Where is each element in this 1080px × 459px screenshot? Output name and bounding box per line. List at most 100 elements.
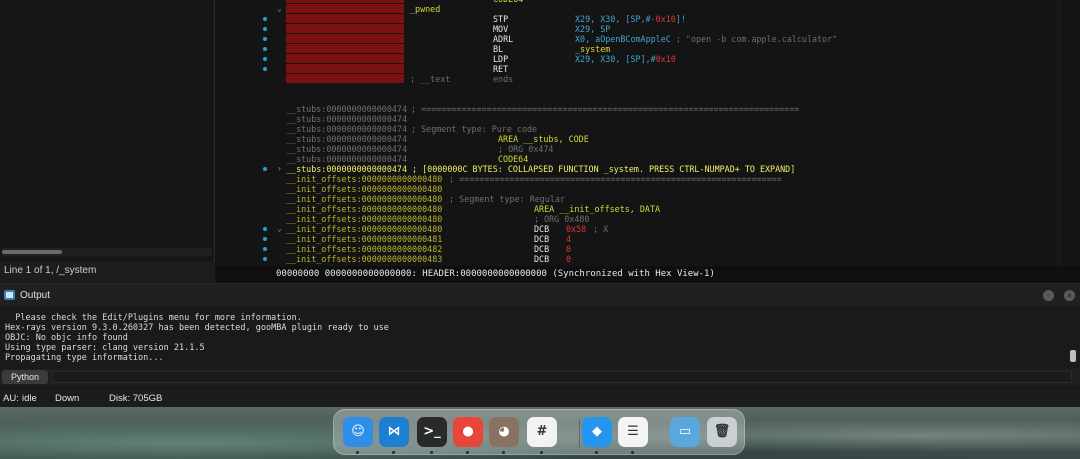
- asm-line: __init_offsets:0000000000000481 DCB 4: [216, 234, 1076, 244]
- dock-chrome-icon[interactable]: ●: [453, 417, 483, 447]
- dock-trash-icon[interactable]: 🗑: [707, 417, 737, 447]
- breakpoint-dot: [263, 57, 267, 61]
- au-state: idle: [22, 393, 37, 404]
- line-address: __init_offsets:0000000000000480: [286, 224, 443, 234]
- asm-line: __stubs:0000000000000474 ; ORG 0x474: [216, 144, 1076, 154]
- output-log-line: Using type parser: clang version 21.1.5: [5, 343, 205, 353]
- running-indicator: [631, 451, 634, 454]
- dock-portrait-app-icon[interactable]: ◕: [489, 417, 519, 447]
- breakpoint-dot: [263, 47, 267, 51]
- operands: _system: [575, 44, 611, 54]
- output-panel: Output ◦ × Please check the Edit/Plugins…: [0, 283, 1080, 393]
- dock-vscode-icon[interactable]: ⋈: [379, 417, 409, 447]
- redacted-address: [286, 64, 404, 73]
- directive: AREA __stubs, CODE: [498, 134, 589, 144]
- running-indicator: [430, 451, 433, 454]
- python-language-button[interactable]: Python: [2, 370, 48, 384]
- redacted-address: [286, 34, 404, 43]
- float-icon[interactable]: ◦: [1043, 290, 1054, 301]
- dock-finder-icon[interactable]: ☺: [343, 417, 373, 447]
- scrollbar-thumb[interactable]: [2, 250, 62, 254]
- line-comment: ; ======================================…: [406, 104, 800, 114]
- ida-status-bar: AU: idle Down Disk: 705GB: [0, 391, 1080, 407]
- mnemonic: STP: [493, 14, 509, 24]
- asm-line: ; __text ends: [216, 74, 1076, 84]
- asm-line: __init_offsets:0000000000000480 ; ======…: [216, 174, 1076, 184]
- output-window-icon: [4, 290, 15, 300]
- output-log-line: Propagating type information...: [5, 353, 164, 363]
- breakpoint-dot: [263, 237, 267, 241]
- line-address: __init_offsets:0000000000000483: [286, 254, 443, 264]
- functions-horizontal-scrollbar[interactable]: [2, 248, 212, 256]
- asm-line: LDP X29, X30, [SP],#0x10: [216, 54, 1076, 64]
- directive: AREA __init_offsets, DATA: [534, 204, 661, 214]
- line-address: __init_offsets:0000000000000481: [286, 234, 443, 244]
- dock-slack-icon[interactable]: #: [527, 417, 557, 447]
- disassembly-vertical-scrollbar[interactable]: [1056, 0, 1062, 266]
- running-indicator: [466, 451, 469, 454]
- close-icon[interactable]: ×: [1064, 290, 1075, 301]
- asm-line: __init_offsets:0000000000000480 ; ORG 0x4…: [216, 214, 1076, 224]
- asm-line: __stubs:0000000000000474: [216, 114, 1076, 124]
- line-address: __init_offsets:0000000000000480: [286, 194, 443, 204]
- function-label: _pwned: [410, 4, 441, 14]
- directive: ; ORG 0x474: [498, 144, 554, 154]
- asm-line: BL _system: [216, 44, 1076, 54]
- mnemonic: BL: [493, 44, 504, 54]
- asm-line: RET: [216, 64, 1076, 74]
- dock-folder-icon[interactable]: ▭: [670, 417, 700, 447]
- dock-terminal-icon[interactable]: >_: [417, 417, 447, 447]
- functions-pane[interactable]: [0, 0, 215, 262]
- asm-line: __stubs:0000000000000474 CODE64: [216, 154, 1076, 164]
- breakpoint-dot: [263, 67, 267, 71]
- breakpoint-dot: [263, 37, 267, 41]
- mnemonic: RET: [493, 64, 509, 74]
- disk-space: Disk: 705GB: [109, 393, 163, 404]
- redacted-address: [286, 4, 404, 13]
- asm-line: ⌄ __init_offsets:0000000000000480 DCB 0x58 …: [216, 224, 1076, 234]
- output-log-line: Please check the Edit/Plugins menu for m…: [5, 313, 302, 323]
- asm-line: _pwned ⌄: [216, 4, 1076, 14]
- mnemonic: MOV: [493, 24, 509, 34]
- mnemonic: ends: [493, 74, 514, 84]
- segment-comment: ; __text: [410, 74, 451, 84]
- directive: ; ORG 0x480: [534, 214, 590, 224]
- output-title: Output: [20, 290, 51, 301]
- line-comment: ; ======================================…: [444, 174, 782, 184]
- line-comment: ; Segment type: Pure code: [406, 124, 538, 134]
- breakpoint-dot: [263, 247, 267, 251]
- dcb-value: 0: [566, 244, 572, 254]
- mnemonic: DCB: [534, 224, 550, 234]
- running-indicator: [356, 451, 359, 454]
- operands: X29, X30, [SP],#0x10: [575, 54, 676, 64]
- output-header: Output ◦ ×: [0, 284, 1080, 306]
- dcb-value: 4: [566, 234, 572, 244]
- output-log-line: OBJC: No objc info found: [5, 333, 128, 343]
- breakpoint-dot: [263, 227, 267, 231]
- mnemonic: DCB: [534, 234, 550, 244]
- dock-separator: [579, 419, 580, 447]
- running-indicator: [392, 451, 395, 454]
- command-row: Python: [0, 369, 1080, 385]
- line-address: __stubs:0000000000000474: [286, 104, 408, 114]
- running-indicator: [595, 451, 598, 454]
- sync-status-bar: 00000000 0000000000000000: HEADER:000000…: [216, 266, 1080, 282]
- line-address: __stubs:0000000000000474: [286, 124, 408, 134]
- breakpoint-dot: [263, 257, 267, 261]
- asm-line: ADRL X0, aOpenBComAppleC ; "open -b com.a…: [216, 34, 1076, 44]
- output-scrollbar-thumb[interactable]: [1070, 350, 1076, 362]
- dock-reminders-icon[interactable]: ☰: [618, 417, 648, 447]
- line-address: __init_offsets:0000000000000482: [286, 244, 443, 254]
- mnemonic: LDP: [493, 54, 509, 64]
- running-indicator: [540, 451, 543, 454]
- redacted-address: [286, 74, 404, 83]
- collapse-chevron-icon: ⌄: [277, 224, 282, 233]
- dock-docker-icon[interactable]: ◆: [582, 417, 612, 447]
- redacted-address: [286, 24, 404, 33]
- command-input[interactable]: [52, 371, 1072, 383]
- disassembly-view[interactable]: CODE64_pwned⌄STPX29, X30, [SP,#-0x10]!MO…: [216, 0, 1080, 282]
- mnemonic: ADRL: [493, 34, 514, 44]
- functions-status-line: Line 1 of 1, /_system: [0, 262, 215, 282]
- asm-line: __init_offsets:0000000000000480 AREA __in…: [216, 204, 1076, 214]
- redacted-address: [286, 14, 404, 23]
